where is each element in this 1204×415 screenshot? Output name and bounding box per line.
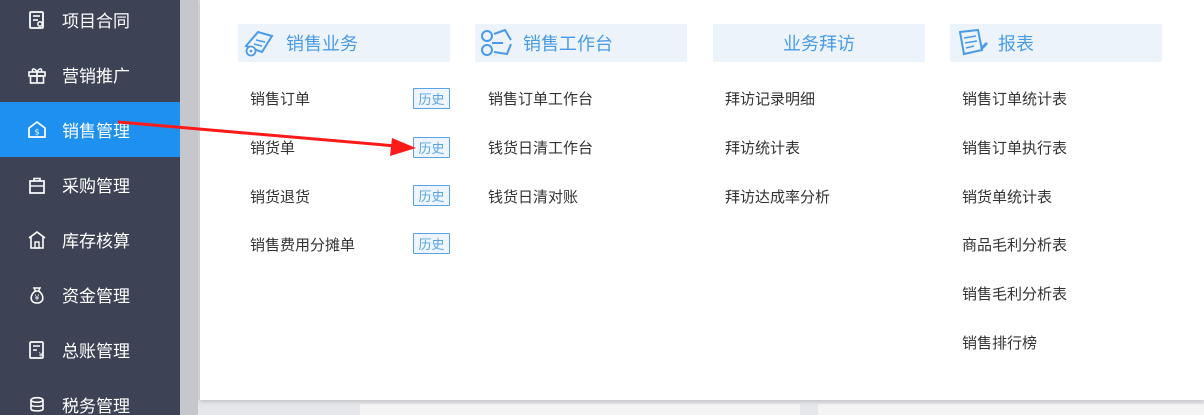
background-card xyxy=(360,404,800,415)
menu-item-sales-expense-allocation[interactable]: 销售费用分摊单 xyxy=(250,234,355,255)
sidebar-item-label: 项目合同 xyxy=(62,12,130,32)
column-title: 销售工作台 xyxy=(523,34,613,55)
column-header-sales-business: 销售业务 xyxy=(238,24,450,62)
sidebar: 项目合同 营销推广 $ 销售管理 采购管理 库存核算 ¥ 资金管理 ¥ 总账管理 xyxy=(0,0,180,415)
sidebar-item-label: 销售管理 xyxy=(62,122,130,142)
sidebar-item-label: 税务管理 xyxy=(62,397,130,415)
history-button-delivery-note[interactable]: 历史 xyxy=(413,137,450,158)
gift-icon xyxy=(26,64,48,86)
warehouse-icon xyxy=(26,229,48,251)
menu-item-sales-order[interactable]: 销售订单 xyxy=(250,88,310,109)
menu-item-sales-order-workbench[interactable]: 销售订单工作台 xyxy=(488,88,593,109)
menu-item-sales-ranking[interactable]: 销售排行榜 xyxy=(962,332,1037,353)
column-header-business-visits: 业务拜访 xyxy=(713,24,925,62)
menu-item-sales-return[interactable]: 销货退货 xyxy=(250,186,310,207)
ledger-icon: ¥ xyxy=(26,339,48,361)
menu-item-daily-settlement-workbench[interactable]: 钱货日清工作台 xyxy=(488,137,593,158)
svg-text:¥: ¥ xyxy=(39,351,44,359)
bag-icon xyxy=(26,174,48,196)
sidebar-item-funds[interactable]: ¥ 资金管理 xyxy=(0,267,180,322)
sidebar-item-ledger[interactable]: ¥ 总账管理 xyxy=(0,322,180,377)
workbench-icon xyxy=(475,24,519,62)
sidebar-item-label: 库存核算 xyxy=(62,232,130,252)
sidebar-item-label: 总账管理 xyxy=(62,342,130,362)
layout-gutter xyxy=(180,0,198,415)
menu-item-sales-order-statistics[interactable]: 销售订单统计表 xyxy=(962,88,1067,109)
menu-item-visit-records[interactable]: 拜访记录明细 xyxy=(725,88,815,109)
sidebar-item-project-contract[interactable]: 项目合同 xyxy=(0,0,180,47)
history-button-sales-return[interactable]: 历史 xyxy=(413,185,450,206)
sidebar-item-marketing[interactable]: 营销推广 xyxy=(0,47,180,102)
column-title: 业务拜访 xyxy=(783,34,855,55)
menu-item-sales-order-execution[interactable]: 销售订单执行表 xyxy=(962,137,1067,158)
column-header-reports: 报表 xyxy=(950,24,1162,62)
sidebar-item-tax[interactable]: 税务管理 xyxy=(0,377,180,415)
sales-menu-panel: 销售业务 销售订单 历史 销货单 历史 销货退货 历史 销售费用分摊单 历史 销… xyxy=(200,0,1204,400)
menu-item-visit-completion-analysis[interactable]: 拜访达成率分析 xyxy=(725,186,830,207)
money-bag-icon: ¥ xyxy=(26,284,48,306)
history-button-sales-order[interactable]: 历史 xyxy=(413,88,450,109)
sidebar-item-label: 采购管理 xyxy=(62,177,130,197)
sidebar-item-label: 资金管理 xyxy=(62,287,130,307)
sales-business-icon xyxy=(238,24,282,62)
background-card xyxy=(818,404,1204,415)
menu-item-daily-settlement-reconciliation[interactable]: 钱货日清对账 xyxy=(488,186,578,207)
tax-icon xyxy=(26,394,48,415)
menu-item-product-margin-analysis[interactable]: 商品毛利分析表 xyxy=(962,234,1067,255)
menu-item-visit-statistics[interactable]: 拜访统计表 xyxy=(725,137,800,158)
menu-item-sales-margin-analysis[interactable]: 销售毛利分析表 xyxy=(962,283,1067,304)
svg-text:$: $ xyxy=(34,127,39,136)
column-title: 销售业务 xyxy=(286,34,358,55)
history-button-sales-expense-allocation[interactable]: 历史 xyxy=(413,233,450,254)
sales-icon: $ xyxy=(26,119,48,141)
svg-text:¥: ¥ xyxy=(35,293,40,302)
sidebar-item-purchase[interactable]: 采购管理 xyxy=(0,157,180,212)
contract-icon xyxy=(26,9,48,31)
column-title: 报表 xyxy=(998,34,1034,55)
sidebar-item-label: 营销推广 xyxy=(62,67,130,87)
menu-item-delivery-note-statistics[interactable]: 销货单统计表 xyxy=(962,186,1052,207)
sidebar-item-inventory[interactable]: 库存核算 xyxy=(0,212,180,267)
sidebar-item-sales[interactable]: $ 销售管理 xyxy=(0,102,180,157)
report-icon xyxy=(950,24,994,62)
column-header-sales-workbench: 销售工作台 xyxy=(475,24,687,62)
menu-item-delivery-note[interactable]: 销货单 xyxy=(250,137,295,158)
